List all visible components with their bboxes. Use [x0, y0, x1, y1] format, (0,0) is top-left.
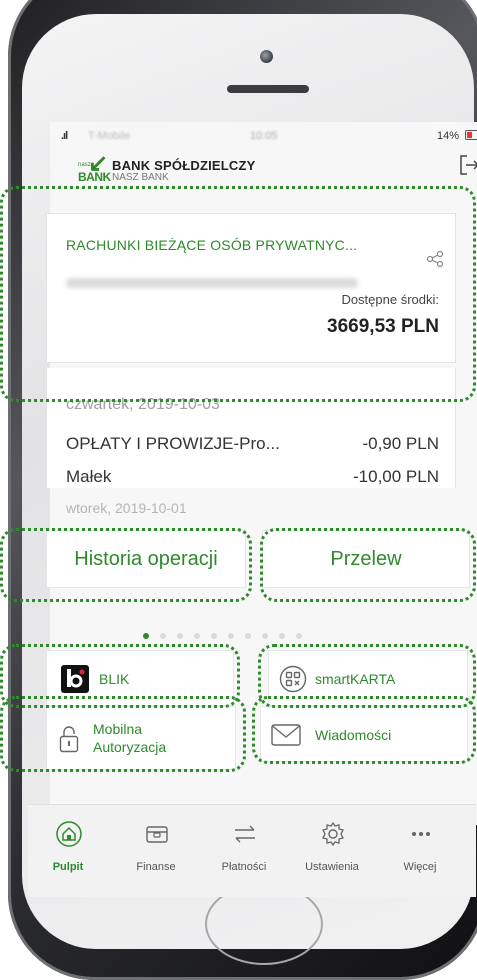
nav-wiecej[interactable]: Więcej	[380, 805, 460, 885]
page-dot	[194, 633, 200, 639]
transfer-arrows-icon	[235, 825, 255, 843]
logo-text: BANK	[78, 170, 111, 184]
highlight-history-button	[0, 528, 252, 602]
bank-logo: ↙ nasz BANK	[78, 152, 111, 185]
page-dot	[279, 633, 285, 639]
wallet-icon	[146, 826, 168, 843]
transaction-amount: -0,90 PLN	[362, 434, 439, 453]
status-bar: .ıl T-Mobile 10:05 14%	[50, 122, 477, 148]
transaction-amount: -10,00 PLN	[353, 467, 439, 486]
highlight-transfer-button	[260, 528, 476, 602]
carrier-name: T-Mobile	[88, 130, 131, 142]
logo-small-text: nasz	[78, 162, 91, 168]
camera-icon	[260, 50, 273, 63]
speaker-grille	[227, 85, 309, 93]
more-icon	[412, 832, 430, 836]
gear-icon	[322, 821, 344, 847]
transaction-date: wtorek, 2019-10-01	[66, 500, 187, 516]
logout-icon[interactable]	[458, 154, 477, 176]
home-icon	[56, 821, 82, 847]
page-dot	[296, 633, 302, 639]
status-time: 10:05	[250, 130, 278, 142]
page-dot	[262, 633, 268, 639]
nav-label: Więcej	[403, 861, 437, 873]
bank-name: BANK SPÓŁDZIELCZY	[112, 158, 256, 173]
nav-ustawienia[interactable]: Ustawienia	[292, 805, 372, 885]
page-indicator	[143, 626, 313, 644]
nav-platnosci[interactable]: Płatności	[204, 805, 284, 885]
bottom-navigation: Pulpit Finanse Płatności Ustawienia Więc…	[28, 804, 476, 897]
nav-label: Finanse	[136, 861, 176, 873]
page-dot	[211, 633, 217, 639]
page-dot	[228, 633, 234, 639]
highlight-account-card	[0, 186, 476, 402]
page-dot	[245, 633, 251, 639]
nav-finanse[interactable]: Finanse	[116, 805, 196, 885]
nav-label: Ustawienia	[305, 861, 359, 873]
battery-icon	[465, 130, 477, 140]
signal-icon: .ıl	[61, 130, 68, 142]
nav-pulpit[interactable]: Pulpit	[28, 805, 108, 885]
nav-label: Płatności	[221, 861, 267, 873]
highlight-mobile-auth-tile	[0, 696, 246, 772]
transaction-title[interactable]: Małek	[66, 467, 111, 487]
nav-label: Pulpit	[52, 861, 84, 873]
battery-percent: 14%	[437, 130, 460, 142]
page-dot-active	[143, 633, 149, 639]
bank-subname: NASZ BANK	[112, 172, 169, 183]
highlight-messages-tile	[252, 696, 476, 764]
page-dot	[177, 633, 183, 639]
transaction-title[interactable]: OPŁATY I PROWIZJE-Pro...	[66, 434, 280, 454]
page-dot	[160, 633, 166, 639]
